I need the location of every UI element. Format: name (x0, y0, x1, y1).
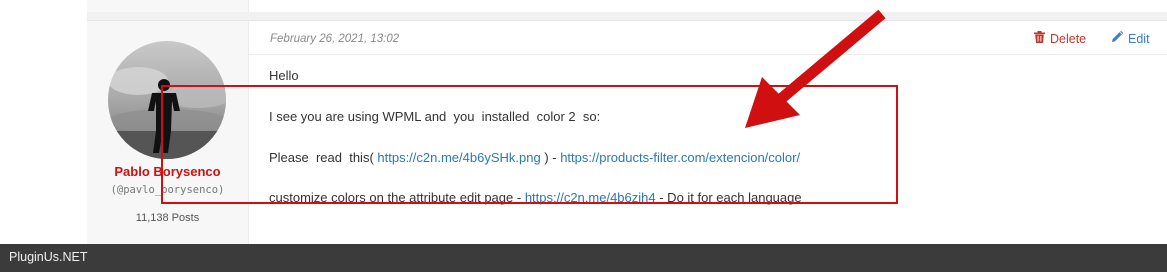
arrow-icon (745, 9, 886, 128)
footer-bar: PluginUs.NET (0, 244, 1167, 272)
footer-brand[interactable]: PluginUs.NET (9, 250, 88, 264)
